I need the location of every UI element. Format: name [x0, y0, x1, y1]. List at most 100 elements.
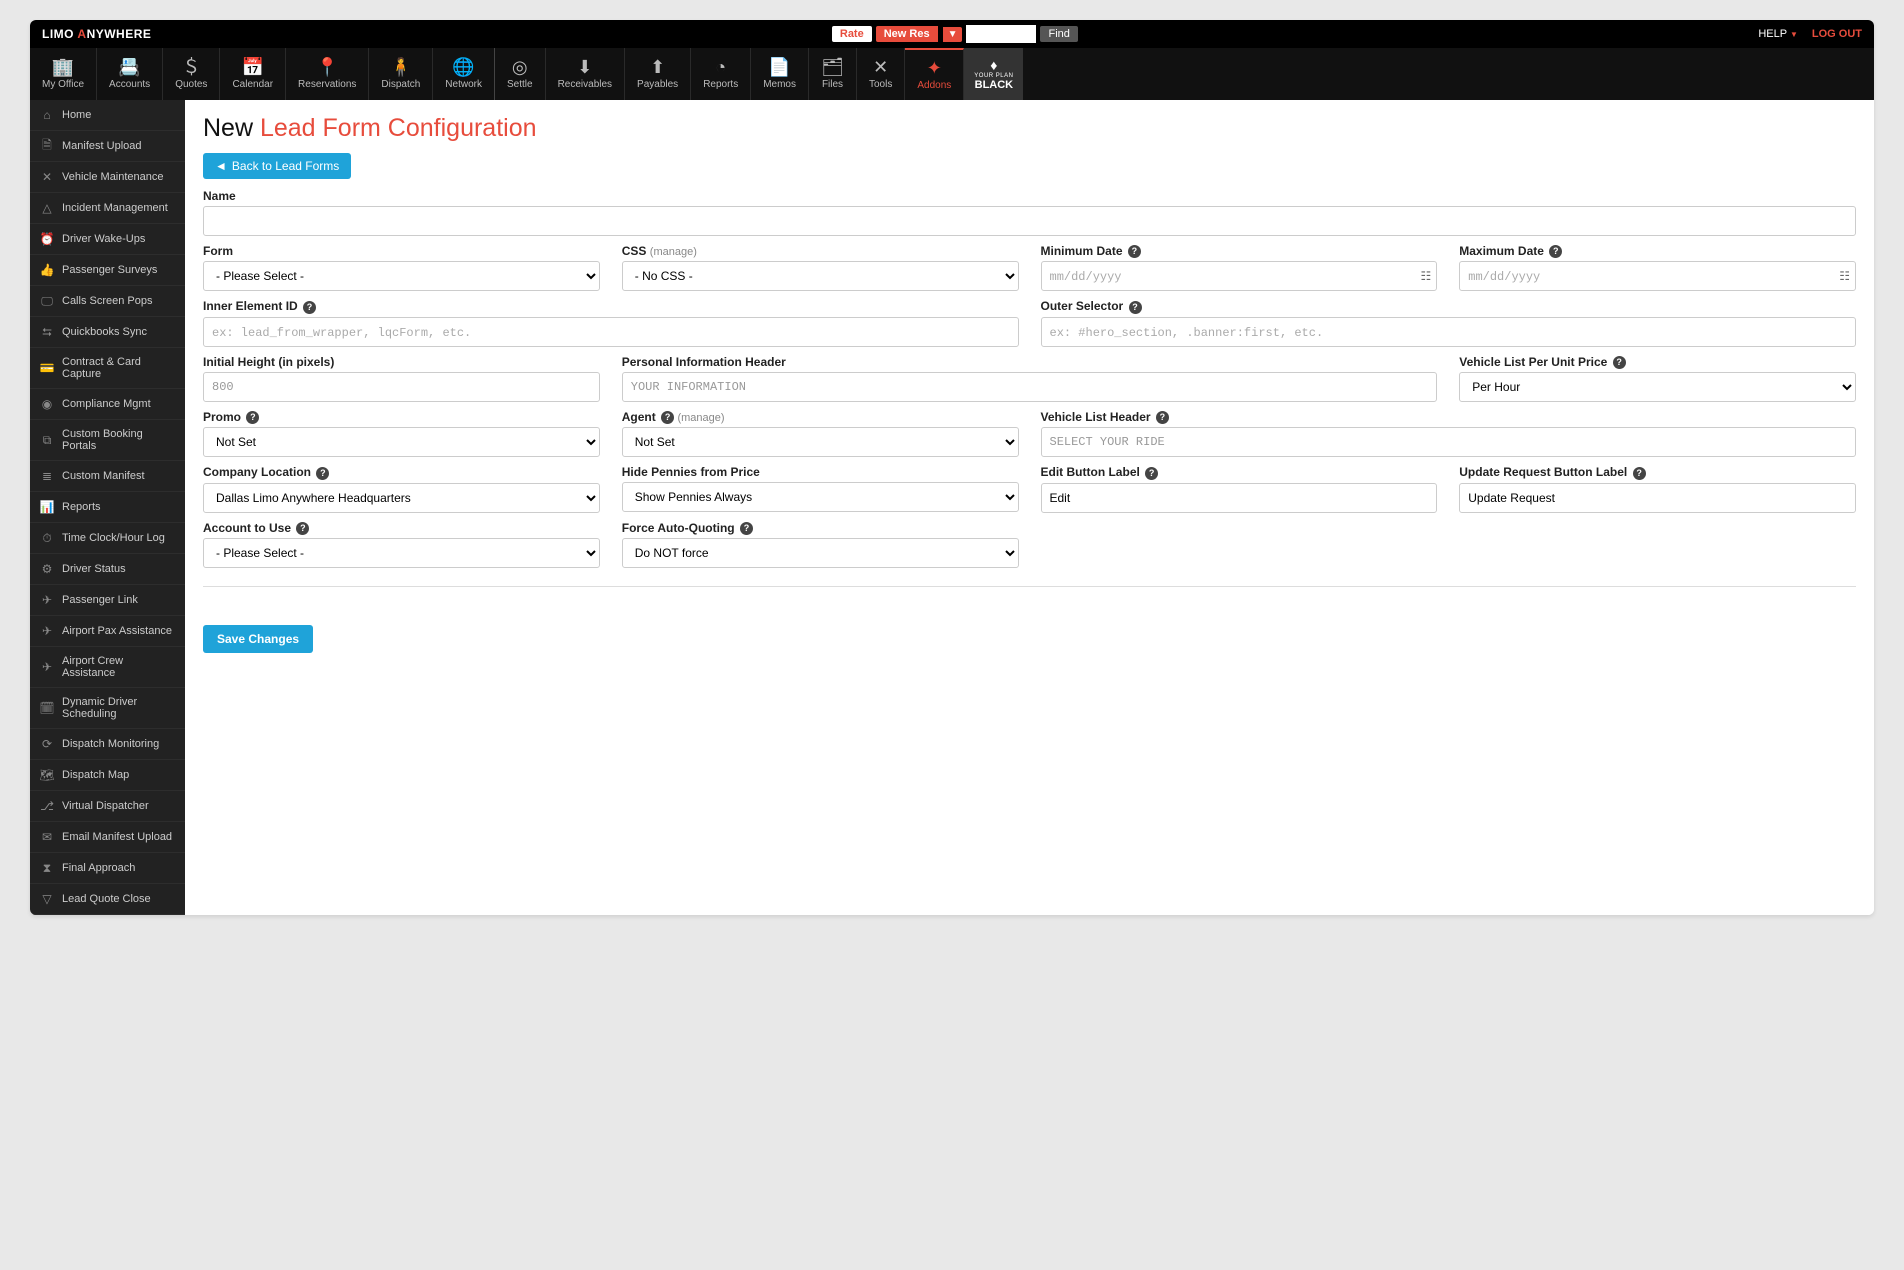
nav-item-reservations[interactable]: 📍Reservations — [286, 48, 369, 100]
nav-item-quotes[interactable]: ＄Quotes — [163, 48, 220, 100]
sidebar-item-airport-pax-assistance[interactable]: ✈Airport Pax Assistance — [30, 616, 185, 647]
account-to-use-select[interactable]: - Please Select - — [203, 538, 600, 568]
help-icon[interactable]: ? — [303, 301, 316, 314]
sidebar-item-passenger-surveys[interactable]: 👍Passenger Surveys — [30, 255, 185, 286]
calendar-icon: 📅 — [242, 58, 264, 76]
rate-button[interactable]: Rate — [832, 26, 872, 42]
sidebar-item-dispatch-map[interactable]: 🗺Dispatch Map — [30, 760, 185, 791]
field-update-request-label: Update Request Button Label ? — [1459, 465, 1856, 512]
wrench-icon: ✕ — [40, 170, 54, 184]
sidebar-item-label: Contract & Card Capture — [62, 356, 175, 380]
new-res-dropdown[interactable]: ▼ — [943, 27, 963, 42]
sidebar-item-email-manifest-upload[interactable]: ✉Email Manifest Upload — [30, 822, 185, 853]
find-button[interactable]: Find — [1040, 26, 1077, 42]
help-icon[interactable]: ? — [1549, 245, 1562, 258]
help-icon[interactable]: ? — [296, 522, 309, 535]
help-icon[interactable]: ? — [316, 467, 329, 480]
sidebar-item-time-clock-hour-log[interactable]: ⏱Time Clock/Hour Log — [30, 523, 185, 554]
top-search-input[interactable] — [966, 25, 1036, 43]
sidebar-item-passenger-link[interactable]: ✈Passenger Link — [30, 585, 185, 616]
mail-icon: ✉ — [40, 830, 54, 844]
help-icon[interactable]: ? — [246, 411, 259, 424]
nav-item-receivables[interactable]: ⬇Receivables — [546, 48, 625, 100]
help-icon[interactable]: ? — [1613, 356, 1626, 369]
new-res-button[interactable]: New Res — [876, 26, 938, 42]
help-icon[interactable]: ? — [740, 522, 753, 535]
max-date-input[interactable] — [1459, 261, 1856, 291]
agent-select[interactable]: Not Set — [622, 427, 1019, 457]
help-icon[interactable]: ? — [1128, 245, 1141, 258]
back-to-lead-forms-button[interactable]: ◄ Back to Lead Forms — [203, 153, 351, 179]
field-account-to-use: Account to Use ? - Please Select - — [203, 521, 600, 568]
sidebar-item-label: Dynamic Driver Scheduling — [62, 696, 175, 720]
nav-item-dispatch[interactable]: 🧍Dispatch — [369, 48, 433, 100]
agent-manage-link[interactable]: (manage) — [677, 412, 724, 424]
sidebar-item-manifest-upload[interactable]: 🗎Manifest Upload — [30, 131, 185, 162]
sidebar-item-label: Reports — [62, 501, 101, 513]
company-location-select[interactable]: Dallas Limo Anywhere Headquarters — [203, 483, 600, 513]
update-request-label-input[interactable] — [1459, 483, 1856, 513]
sidebar-item-compliance-mgmt[interactable]: ◉Compliance Mgmt — [30, 389, 185, 420]
sidebar-item-incident-management[interactable]: △Incident Management — [30, 193, 185, 224]
nav-item-files[interactable]: 🗂Files — [809, 48, 857, 100]
sidebar-item-contract-card-capture[interactable]: 💳Contract & Card Capture — [30, 348, 185, 389]
sidebar-item-custom-manifest[interactable]: ≣Custom Manifest — [30, 461, 185, 492]
help-icon[interactable]: ? — [1145, 467, 1158, 480]
inner-element-input[interactable] — [203, 317, 1019, 347]
help-icon[interactable]: ? — [661, 411, 674, 424]
nav-item-my-office[interactable]: 🏢My Office — [30, 48, 97, 100]
sidebar-item-final-approach[interactable]: ⧗Final Approach — [30, 853, 185, 884]
nav-label: Quotes — [175, 79, 207, 90]
calendar-icon[interactable]: ☷ — [1839, 269, 1850, 283]
sidebar-item-driver-wake-ups[interactable]: ⏰Driver Wake-Ups — [30, 224, 185, 255]
sidebar-item-dispatch-monitoring[interactable]: ⟳Dispatch Monitoring — [30, 729, 185, 760]
sidebar-item-vehicle-maintenance[interactable]: ✕Vehicle Maintenance — [30, 162, 185, 193]
sidebar-item-quickbooks-sync[interactable]: ⮀Quickbooks Sync — [30, 317, 185, 348]
nav-item-memos[interactable]: 📄Memos — [751, 48, 809, 100]
form-select[interactable]: - Please Select - — [203, 261, 600, 291]
min-date-input[interactable] — [1041, 261, 1438, 291]
initial-height-label: Initial Height (in pixels) — [203, 355, 600, 369]
nav-item-tools[interactable]: ✕Tools — [857, 48, 905, 100]
edit-button-label-input[interactable] — [1041, 483, 1438, 513]
calendar-icon[interactable]: ☷ — [1420, 269, 1431, 283]
sidebar-item-reports[interactable]: 📊Reports — [30, 492, 185, 523]
nav-item-payables[interactable]: ⬆Payables — [625, 48, 691, 100]
sidebar-item-driver-status[interactable]: ⚙Driver Status — [30, 554, 185, 585]
vehicle-list-price-select[interactable]: Per Hour — [1459, 372, 1856, 402]
nav-item-reports[interactable]: ◔Reports — [691, 48, 751, 100]
sidebar-item-custom-booking-portals[interactable]: ⧉ Custom Booking Portals — [30, 420, 185, 461]
sidebar-item-airport-crew-assistance[interactable]: ✈Airport Crew Assistance — [30, 647, 185, 688]
promo-select[interactable]: Not Set — [203, 427, 600, 457]
help-icon[interactable]: ? — [1633, 467, 1646, 480]
sidebar-item-label: Custom Booking Portals — [62, 428, 175, 452]
help-link[interactable]: HELP ▼ — [1758, 28, 1798, 40]
hide-pennies-select[interactable]: Show Pennies Always — [622, 482, 1019, 512]
name-input[interactable] — [203, 206, 1856, 236]
force-auto-quoting-select[interactable]: Do NOT force — [622, 538, 1019, 568]
nav-plan-black[interactable]: ♦YOUR PLANBLACK — [964, 48, 1023, 100]
vehicle-list-header-input[interactable] — [1041, 427, 1857, 457]
nav-item-network[interactable]: 🌐Network — [433, 48, 495, 100]
portal-icon: ⧉ — [40, 433, 54, 447]
nav-item-calendar[interactable]: 📅Calendar — [220, 48, 286, 100]
sidebar-item-home[interactable]: ⌂Home — [30, 100, 185, 131]
outer-selector-input[interactable] — [1041, 317, 1857, 347]
logout-link[interactable]: LOG OUT — [1812, 28, 1862, 40]
help-icon[interactable]: ? — [1156, 411, 1169, 424]
sidebar-item-label: Dispatch Map — [62, 769, 129, 781]
nav-item-accounts[interactable]: 📇Accounts — [97, 48, 163, 100]
css-select[interactable]: - No CSS - — [622, 261, 1019, 291]
save-changes-button[interactable]: Save Changes — [203, 625, 313, 653]
nav-item-addons[interactable]: ✦Addons — [905, 48, 964, 100]
person-pin-icon: 🧍 — [390, 58, 412, 76]
personal-info-header-input[interactable] — [622, 372, 1438, 402]
initial-height-input[interactable] — [203, 372, 600, 402]
css-manage-link[interactable]: (manage) — [650, 246, 697, 258]
sidebar-item-virtual-dispatcher[interactable]: ⎇Virtual Dispatcher — [30, 791, 185, 822]
help-icon[interactable]: ? — [1129, 301, 1142, 314]
sidebar-item-calls-screen-pops[interactable]: 🖵Calls Screen Pops — [30, 286, 185, 317]
nav-item-settle[interactable]: ◎Settle — [495, 48, 546, 100]
sidebar-item-lead-quote-close[interactable]: ▽Lead Quote Close — [30, 884, 185, 915]
sidebar-item-dynamic-driver-scheduling[interactable]: 🗓Dynamic Driver Scheduling — [30, 688, 185, 729]
